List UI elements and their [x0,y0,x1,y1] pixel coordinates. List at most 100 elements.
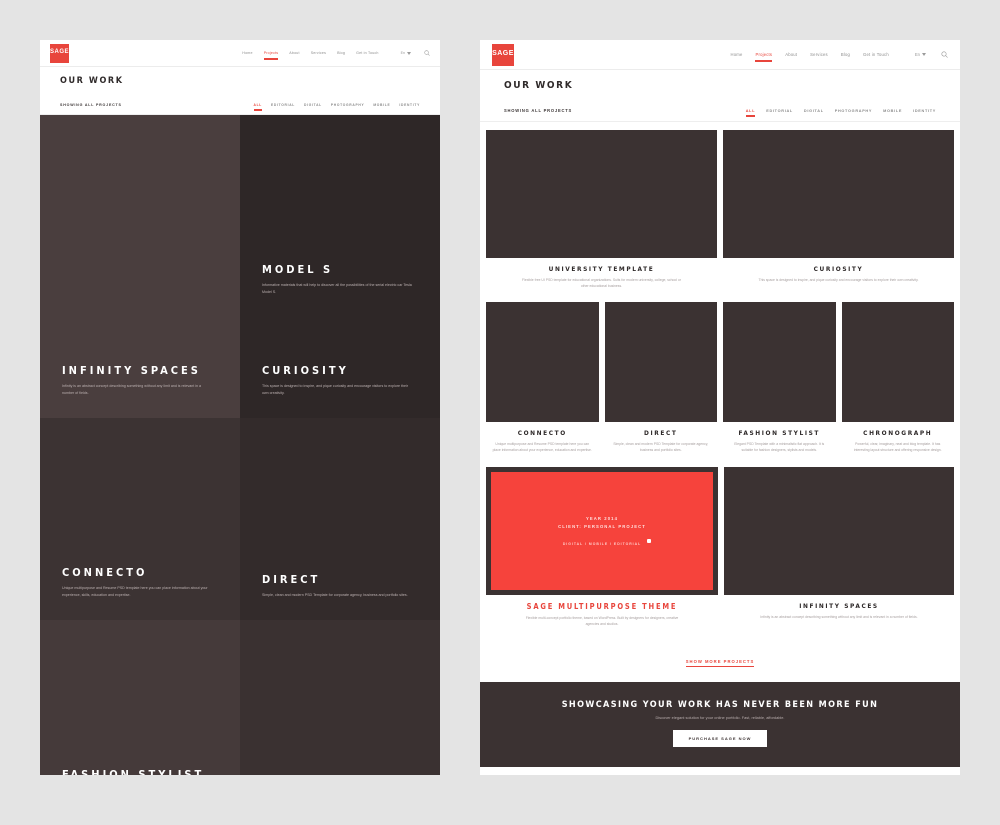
project-card[interactable]: CURIOSITY This space is designed to inspi… [723,130,954,298]
project-card-title: CONNECTO [517,429,567,438]
nav-link-projects[interactable]: Projects [263,51,279,60]
nav-link-about[interactable]: About [785,52,797,57]
project-tile-desc: Simple, clean and modern PSD Template fo… [262,592,408,597]
filter-mobile[interactable]: MOBILE [373,103,390,107]
project-overlay-grid: MODEL S Informative materials that will h… [40,115,440,775]
nav-link-about[interactable]: About [289,51,299,55]
project-tile-desc: This space is designed to inspire, and p… [262,384,409,395]
featured-red-panel: YEAR 2014 CLIENT: PERSONAL PROJECT DIGIT… [491,471,713,590]
filter-identity[interactable]: IDENTITY [913,109,936,113]
project-card-desc: This space is designed to inspire, and p… [758,278,919,282]
language-selector[interactable]: En [915,52,926,57]
nav-utilities: En [401,50,430,56]
main-nav-links: Home Projects About Services Blog Get in Touc… [731,52,889,62]
project-tile[interactable]: CURIOSITY This space is designed to inspi… [240,317,440,418]
project-tile-title: MODEL S [262,263,334,277]
project-tile-title: DIRECT [262,572,321,586]
project-card-title: FASHION STYLIST [738,429,820,438]
featured-desc: Flexible multi-concept portfolio theme, … [525,615,679,626]
side-thumb [724,466,954,595]
filter-digital[interactable]: DIGITAL [304,103,322,107]
page-preview-narrow: SAGE Home Projects About Services Blog Get in… [40,40,440,775]
search-icon[interactable] [941,51,948,58]
filter-identity[interactable]: IDENTITY [399,103,420,107]
filter-photography[interactable]: PHOTOGRAPHY [331,103,364,107]
language-label: En [400,51,405,55]
cta-title: SHOWCASING YOUR WORK HAS NEVER BEEN MORE… [561,699,879,710]
featured-thumb: YEAR 2014 CLIENT: PERSONAL PROJECT DIGIT… [486,466,718,595]
nav-utilities: En [915,51,948,58]
project-caption: UNIVERSITY TEMPLATE Flexible free UI PSD … [486,258,717,298]
project-card[interactable]: UNIVERSITY TEMPLATE Flexible free UI PSD … [486,130,717,298]
featured-client: CLIENT: PERSONAL PROJECT [558,523,646,529]
filter-list: ALL EDITORIAL DIGITAL PHOTOGRAPHY MOBILE IDEN… [745,109,936,117]
project-tile-blank[interactable] [40,115,240,216]
project-tile-desc: Unique multipurpose and Resume PSD templ… [62,586,208,597]
project-tile[interactable]: INFINITY SPACES Infinity is an abstract c… [40,317,240,418]
nav-link-services[interactable]: Services [311,51,326,55]
show-more-projects-link[interactable]: SHOW MORE PROJECTS [685,659,755,667]
site-navbar-right: SAGE Home Projects About Services Blog Get in… [480,40,960,70]
project-card-desc: Unique multipurpose and Resume PSD templ… [492,442,592,453]
project-card[interactable]: CONNECTO Unique multipurpose and Resume P… [486,302,599,462]
site-footer: SAGE Flexible multi-concept portfolio th… [480,766,960,775]
side-title: INFINITY SPACES [799,601,879,610]
page-preview-wide: SAGE Home Projects About Services Blog Get in… [480,40,960,775]
project-tile[interactable]: MODEL S Informative materials that will h… [240,216,440,317]
chevron-down-icon [922,53,926,56]
nav-link-projects[interactable]: Projects [755,52,772,62]
project-tile-blank[interactable] [240,721,440,775]
project-card-desc: Simple, clean and modern PSD Template fo… [613,442,709,453]
filter-editorial[interactable]: EDITORIAL [271,103,295,107]
nav-link-services[interactable]: Services [810,52,828,57]
side-card[interactable]: INFINITY SPACES Infinity is an abstract … [724,466,954,636]
nav-link-get-in-touch[interactable]: Get in Touch [356,51,379,55]
purchase-button[interactable]: PURCHASE SAGE NOW [672,729,768,747]
filter-photography[interactable]: PHOTOGRAPHY [835,109,872,113]
project-card[interactable]: DIRECT Simple, clean and modern PSD Templ… [604,302,717,462]
project-tile-blank[interactable] [240,418,440,519]
project-tile-blank[interactable] [240,115,440,216]
language-selector[interactable]: En [401,51,411,55]
featured-card[interactable]: YEAR 2014 CLIENT: PERSONAL PROJECT DIGIT… [486,466,718,636]
project-card[interactable]: CHRONOGRAPH Powerful, clear, imaginary, n… [841,302,954,462]
page-title-bar: OUR WORK [480,70,960,100]
page-title-bar: OUR WORK [40,67,440,95]
project-thumbnail [604,302,717,423]
nav-link-blog[interactable]: Blog [841,52,850,57]
project-card-title: CHRONOGRAPH [863,429,933,438]
cta-subtitle: Discover elegant solution for your onlin… [655,714,785,720]
project-tile-blank[interactable] [40,418,240,519]
filter-mobile[interactable]: MOBILE [883,109,902,113]
project-caption: FASHION STYLIST Elegant PSD Template with… [723,422,836,462]
project-tile-desc: Informative materials that will help to … [262,283,412,294]
filter-digital[interactable]: DIGITAL [804,109,824,113]
project-tile-blank[interactable] [240,620,440,721]
project-tile[interactable]: DIRECT Simple, clean and modern PSD Templ… [240,519,440,620]
filter-editorial[interactable]: EDITORIAL [766,109,793,113]
featured-caption: SAGE MULTIPURPOSE THEME Flexible multi-c… [486,595,718,636]
project-card-title: DIRECT [644,429,678,438]
featured-year: YEAR 2014 [585,515,618,521]
search-icon[interactable] [424,50,430,56]
project-tile[interactable]: CONNECTO Unique multipurpose and Resume P… [40,519,240,620]
nav-link-home[interactable]: Home [242,51,252,55]
project-tile-blank[interactable] [40,620,240,721]
showing-label: SHOWING ALL PROJECTS [60,102,122,107]
filter-all[interactable]: ALL [253,103,263,111]
project-tile[interactable]: FASHION STYLISTElegant PSD Template with… [40,721,240,775]
project-tile-blank[interactable] [40,216,240,317]
language-label: En [914,52,920,57]
nav-link-home[interactable]: Home [731,52,743,57]
featured-title: SAGE MULTIPURPOSE THEME [526,601,678,611]
site-logo[interactable]: SAGE [492,43,514,66]
project-caption: CONNECTO Unique multipurpose and Resume P… [486,422,599,462]
nav-link-get-in-touch[interactable]: Get in Touch [863,52,889,57]
page-title: OUR WORK [60,76,124,86]
filter-all[interactable]: ALL [745,109,756,117]
nav-link-blog[interactable]: Blog [337,51,345,55]
site-logo[interactable]: SAGE [50,43,69,63]
project-thumbnail [723,130,954,258]
project-card[interactable]: FASHION STYLIST Elegant PSD Template with… [723,302,836,462]
project-thumbnail [486,130,717,258]
